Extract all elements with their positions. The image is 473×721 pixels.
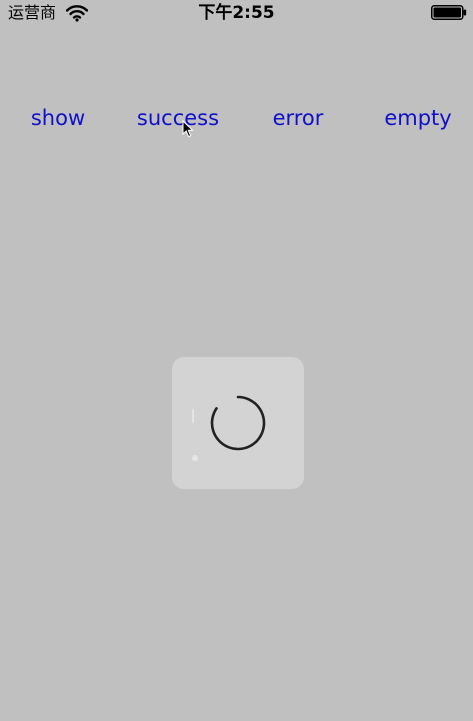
battery-icon xyxy=(431,5,467,20)
ghost-tick xyxy=(192,409,194,423)
empty-button[interactable]: empty xyxy=(378,104,458,132)
progress-hud xyxy=(172,357,304,489)
show-button[interactable]: show xyxy=(18,104,98,132)
status-bar: 运营商 下午2:55 xyxy=(0,0,473,26)
error-button[interactable]: error xyxy=(258,104,338,132)
ghost-tick xyxy=(192,455,198,461)
cursor-icon xyxy=(182,120,194,138)
status-time: 下午2:55 xyxy=(198,3,275,23)
loading-spinner-icon xyxy=(210,395,266,451)
success-button[interactable]: success xyxy=(128,104,228,132)
